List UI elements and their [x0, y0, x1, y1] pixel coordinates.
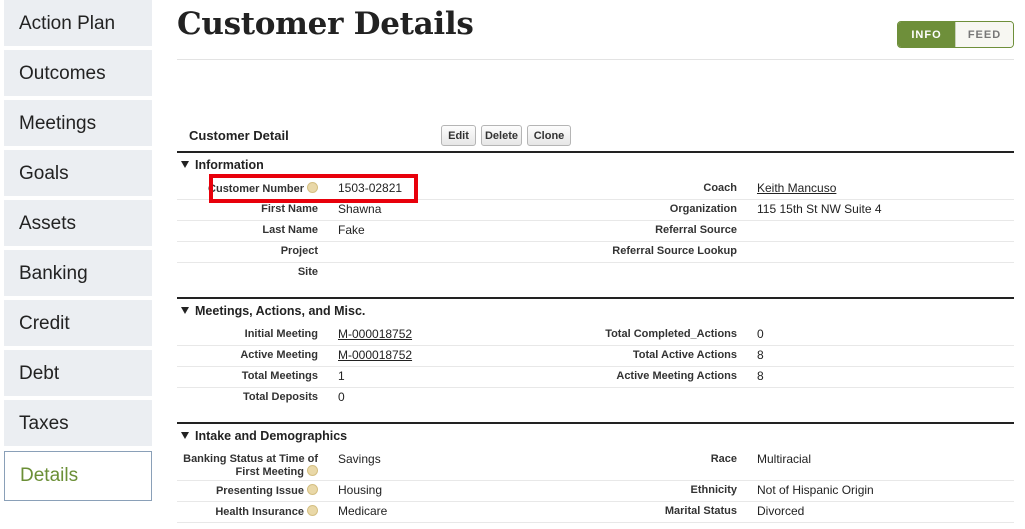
first-name-label: First Name: [261, 203, 318, 215]
row-divider: [177, 480, 1014, 481]
sidebar-item-meetings[interactable]: Meetings: [4, 100, 152, 148]
referral-source-label: Referral Source: [655, 224, 737, 236]
sidebar-item-goals[interactable]: Goals: [4, 150, 152, 198]
section-divider: [177, 297, 1014, 299]
health-insurance-value: Medicare: [338, 504, 388, 518]
banking-status-value: Savings: [338, 452, 381, 466]
collapse-triangle-icon: [181, 432, 189, 439]
sidebar-item-credit[interactable]: Credit: [4, 300, 152, 348]
section-header-meetings[interactable]: Meetings, Actions, and Misc.: [181, 304, 365, 318]
help-icon[interactable]: [307, 465, 318, 476]
total-completed-actions-value: 0: [757, 327, 764, 341]
first-name-value: Shawna: [338, 202, 382, 216]
sidebar-item-outcomes[interactable]: Outcomes: [4, 50, 152, 98]
organization-label: Organization: [669, 203, 737, 215]
row-divider: [177, 220, 1014, 221]
section-header-intake[interactable]: Intake and Demographics: [181, 429, 347, 443]
active-meeting-actions-label: Active Meeting Actions: [616, 370, 737, 382]
help-icon[interactable]: [307, 505, 318, 516]
active-meeting-actions-value: 8: [757, 369, 764, 383]
row-divider: [177, 262, 1014, 263]
row-divider: [177, 522, 1014, 523]
race-value: Multiracial: [757, 452, 812, 466]
total-active-actions-label: Total Active Actions: [632, 349, 737, 361]
coach-link[interactable]: Keith Mancuso: [757, 181, 836, 195]
sidebar-item-assets[interactable]: Assets: [4, 200, 152, 248]
collapse-triangle-icon: [181, 307, 189, 314]
presenting-issue-value: Housing: [338, 483, 383, 497]
section-title: Intake and Demographics: [195, 429, 348, 443]
race-label: Race: [710, 453, 737, 465]
total-deposits-value: 0: [338, 390, 345, 404]
total-deposits-label: Total Deposits: [243, 391, 318, 403]
banking-status-label-line: Banking Status at Time of: [183, 453, 318, 465]
customer-detail-title: Customer Detail: [189, 128, 289, 143]
highlight-box: [209, 174, 418, 203]
marital-status-value: Divorced: [757, 504, 805, 518]
total-meetings-value: 1: [338, 369, 345, 383]
section-header-information[interactable]: Information: [181, 158, 264, 172]
page-title: Customer Details: [177, 6, 474, 42]
banking-status-label-line: First Meeting: [235, 466, 304, 478]
header-divider: [177, 59, 1014, 60]
sidebar-item-taxes[interactable]: Taxes: [4, 400, 152, 448]
sidebar-item-details[interactable]: Details: [4, 451, 152, 501]
active-meeting-link[interactable]: M-000018752: [338, 348, 412, 362]
presenting-issue-label: Presenting Issue: [216, 484, 318, 497]
row-divider: [177, 366, 1014, 367]
total-active-actions-value: 8: [757, 348, 764, 362]
edit-button[interactable]: Edit: [441, 125, 476, 146]
last-name-value: Fake: [338, 223, 365, 237]
info-feed-toggle: INFO FEED: [897, 21, 1014, 48]
marital-status-label: Marital Status: [664, 505, 737, 517]
referral-source-lookup-label: Referral Source Lookup: [612, 245, 737, 257]
sidebar-item-banking[interactable]: Banking: [4, 250, 152, 298]
row-divider: [177, 387, 1014, 388]
sidebar-item-debt[interactable]: Debt: [4, 350, 152, 398]
health-insurance-label: Health Insurance: [215, 505, 318, 518]
delete-button[interactable]: Delete: [481, 125, 522, 146]
initial-meeting-label: Initial Meeting: [244, 328, 318, 340]
section-divider: [177, 151, 1014, 153]
sidebar-item-action-plan[interactable]: Action Plan: [4, 0, 152, 48]
total-completed-actions-label: Total Completed_Actions: [605, 328, 737, 340]
ethnicity-value: Not of Hispanic Origin: [757, 483, 874, 497]
collapse-triangle-icon: [181, 161, 189, 168]
initial-meeting-link[interactable]: M-000018752: [338, 327, 412, 341]
sidebar: Action Plan Outcomes Meetings Goals Asse…: [0, 0, 156, 529]
help-icon[interactable]: [307, 484, 318, 495]
project-label: Project: [280, 245, 318, 257]
row-divider: [177, 345, 1014, 346]
row-divider: [177, 501, 1014, 502]
info-tab[interactable]: INFO: [898, 22, 955, 47]
organization-value: 115 15th St NW Suite 4: [757, 202, 882, 216]
section-title: Information: [195, 158, 264, 172]
ethnicity-label: Ethnicity: [690, 484, 737, 496]
section-divider: [177, 422, 1014, 424]
active-meeting-label: Active Meeting: [240, 349, 318, 361]
last-name-label: Last Name: [262, 224, 318, 236]
section-title: Meetings, Actions, and Misc.: [195, 304, 366, 318]
banking-status-label: Banking Status at Time of First Meeting: [183, 453, 318, 478]
site-label: Site: [297, 266, 318, 278]
coach-label: Coach: [703, 182, 737, 194]
total-meetings-label: Total Meetings: [241, 370, 318, 382]
row-divider: [177, 241, 1014, 242]
feed-tab[interactable]: FEED: [955, 22, 1013, 47]
clone-button[interactable]: Clone: [527, 125, 571, 146]
